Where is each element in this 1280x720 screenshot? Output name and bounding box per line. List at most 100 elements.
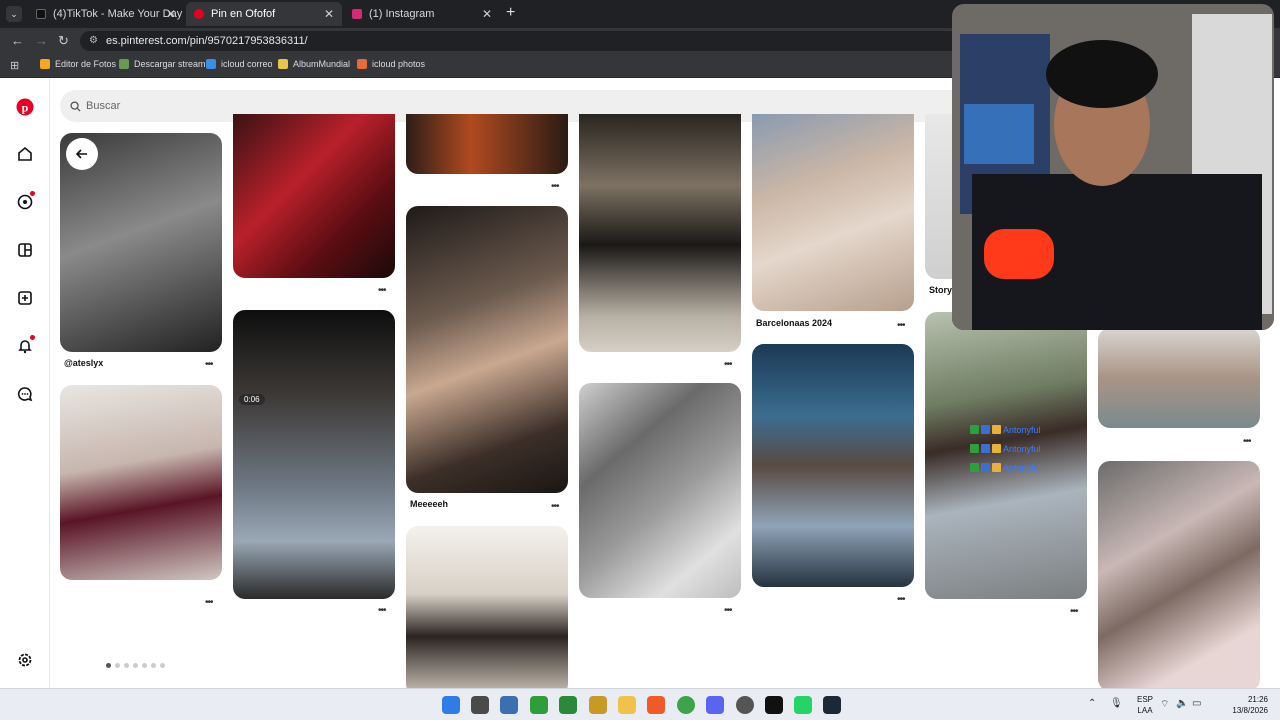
pin-image[interactable] [579,383,741,598]
forward-nav-icon[interactable]: → [35,33,48,48]
capcut-icon[interactable] [765,696,783,714]
wifi-icon[interactable]: ⌔ [1160,698,1169,711]
pin-caption[interactable]: Story [929,285,952,295]
excel-icon[interactable] [559,696,577,714]
bookmark-albummundial[interactable]: AlbumMundial [278,59,350,69]
boards-icon[interactable] [13,238,37,262]
bookmark-descargar-stream[interactable]: Descargar stream [119,59,206,69]
more-options-icon[interactable]: ••• [378,285,386,296]
more-options-icon[interactable]: ••• [551,501,559,512]
tab-label: (4)TikTok - Make Your Day [53,8,183,20]
pin-image[interactable] [579,114,741,352]
file-explorer-icon[interactable] [618,696,636,714]
steam-icon[interactable] [823,696,841,714]
pin-caption[interactable]: Meeeeeh [410,499,448,509]
instagram-icon [352,9,362,19]
more-options-icon[interactable]: ••• [724,605,732,616]
create-icon[interactable] [13,286,37,310]
store-icon[interactable] [500,696,518,714]
system-clock[interactable]: 21:26 13/8/2026 [1232,694,1268,716]
brave-icon[interactable] [647,696,665,714]
back-button[interactable] [66,138,98,170]
pin-image[interactable] [1098,461,1260,688]
overlay-entry: Antonyful [970,458,1041,477]
close-tab-icon[interactable]: ✕ [166,7,176,21]
overlay-entry: Antonyful [970,420,1041,439]
settings-icon[interactable] [13,648,37,672]
pin-image[interactable] [60,385,222,580]
xbox-icon[interactable] [530,696,548,714]
battery-icon[interactable]: ▭ [1192,698,1201,709]
language-indicator[interactable]: ESP LAA [1137,694,1153,716]
video-duration-badge: 0:06 [239,394,265,405]
webcam-feed [952,4,1274,330]
microphone-icon[interactable]: 🎙 [1110,698,1123,709]
overlay-name: Antonyful [1003,462,1041,473]
pin-image[interactable] [1098,328,1260,428]
more-options-icon[interactable]: ••• [551,181,559,192]
language-code: ESP [1136,695,1153,704]
search-placeholder: Buscar [86,100,121,112]
more-options-icon[interactable]: ••• [1243,436,1251,447]
bookmark-label: Editor de Fotos [55,59,117,69]
tab-tiktok[interactable]: (4)TikTok - Make Your Day ✕ [28,2,184,26]
stream-overlay: Antonyful Antonyful Antonyful [970,420,1041,477]
notifications-icon[interactable] [13,334,37,358]
more-options-icon[interactable]: ••• [1070,606,1078,617]
bookmark-label: icloud correo [221,59,273,69]
more-options-icon[interactable]: ••• [205,359,213,370]
tab-search-icon[interactable]: ⌄ [6,6,22,22]
messages-icon[interactable] [13,382,37,406]
pin-caption[interactable]: @ateslyx [64,358,103,368]
tab-label: Pin en Ofofof [211,8,276,20]
tab-pinterest[interactable]: Pin en Ofofof ✕ [186,2,342,26]
pinterest-logo-icon[interactable]: p [13,95,37,119]
reload-icon[interactable]: ↻ [58,33,69,49]
bookmark-icloud-photos[interactable]: icloud photos [357,59,425,69]
bookmark-editor-fotos[interactable]: Editor de Fotos [40,59,116,69]
start-menu-icon[interactable] [442,696,460,714]
home-icon[interactable] [13,142,37,166]
pin-caption[interactable]: Barcelonaas 2024 [756,318,832,328]
windows-taskbar: ⌃ 🎙 ESP LAA ⌔ 🔈 ▭ 21:26 13/8/2026 [0,688,1280,720]
pin-image[interactable] [233,114,395,278]
url-text: es.pinterest.com/pin/9570217953836311/ [106,35,308,47]
pin-image[interactable] [752,344,914,587]
more-options-icon[interactable]: ••• [205,597,213,608]
new-tab-icon[interactable]: + [506,4,515,22]
bookmark-icon [40,59,50,69]
notification-dot [30,191,35,196]
pin-image[interactable] [406,114,568,174]
volume-icon[interactable]: 🔈 [1176,698,1188,709]
site-info-icon[interactable]: ⚙ [89,31,98,51]
more-options-icon[interactable]: ••• [724,359,732,370]
app-icon[interactable] [589,696,607,714]
close-tab-icon[interactable]: ✕ [482,7,492,21]
pin-image[interactable] [406,526,568,688]
obs-icon[interactable] [736,696,754,714]
bookmark-icloud-correo[interactable]: icloud correo [206,59,273,69]
more-options-icon[interactable]: ••• [897,594,905,605]
whatsapp-icon[interactable] [794,696,812,714]
tab-instagram[interactable]: (1) Instagram ✕ [344,2,500,26]
close-tab-icon[interactable]: ✕ [324,7,334,21]
keyboard-layout: LAA [1137,706,1153,715]
more-options-icon[interactable]: ••• [897,320,905,331]
pin-image[interactable] [406,206,568,493]
overlay-name: Antonyful [1003,443,1041,454]
task-view-icon[interactable] [471,696,489,714]
back-nav-icon[interactable]: ← [11,33,24,48]
chrome-icon[interactable] [677,696,695,714]
bookmark-icon [278,59,288,69]
bookmark-label: AlbumMundial [293,59,351,69]
explore-icon[interactable] [13,190,37,214]
bookmark-icon [206,59,216,69]
pin-video[interactable] [233,310,395,599]
address-bar[interactable]: ⚙ es.pinterest.com/pin/9570217953836311/ [80,31,960,51]
tray-chevron-icon[interactable]: ⌃ [1088,698,1096,709]
bookmark-icon [119,59,129,69]
apps-grid-icon[interactable]: ⊞ [10,59,19,72]
pin-image[interactable] [752,114,914,311]
discord-icon[interactable] [706,696,724,714]
more-options-icon[interactable]: ••• [378,605,386,616]
